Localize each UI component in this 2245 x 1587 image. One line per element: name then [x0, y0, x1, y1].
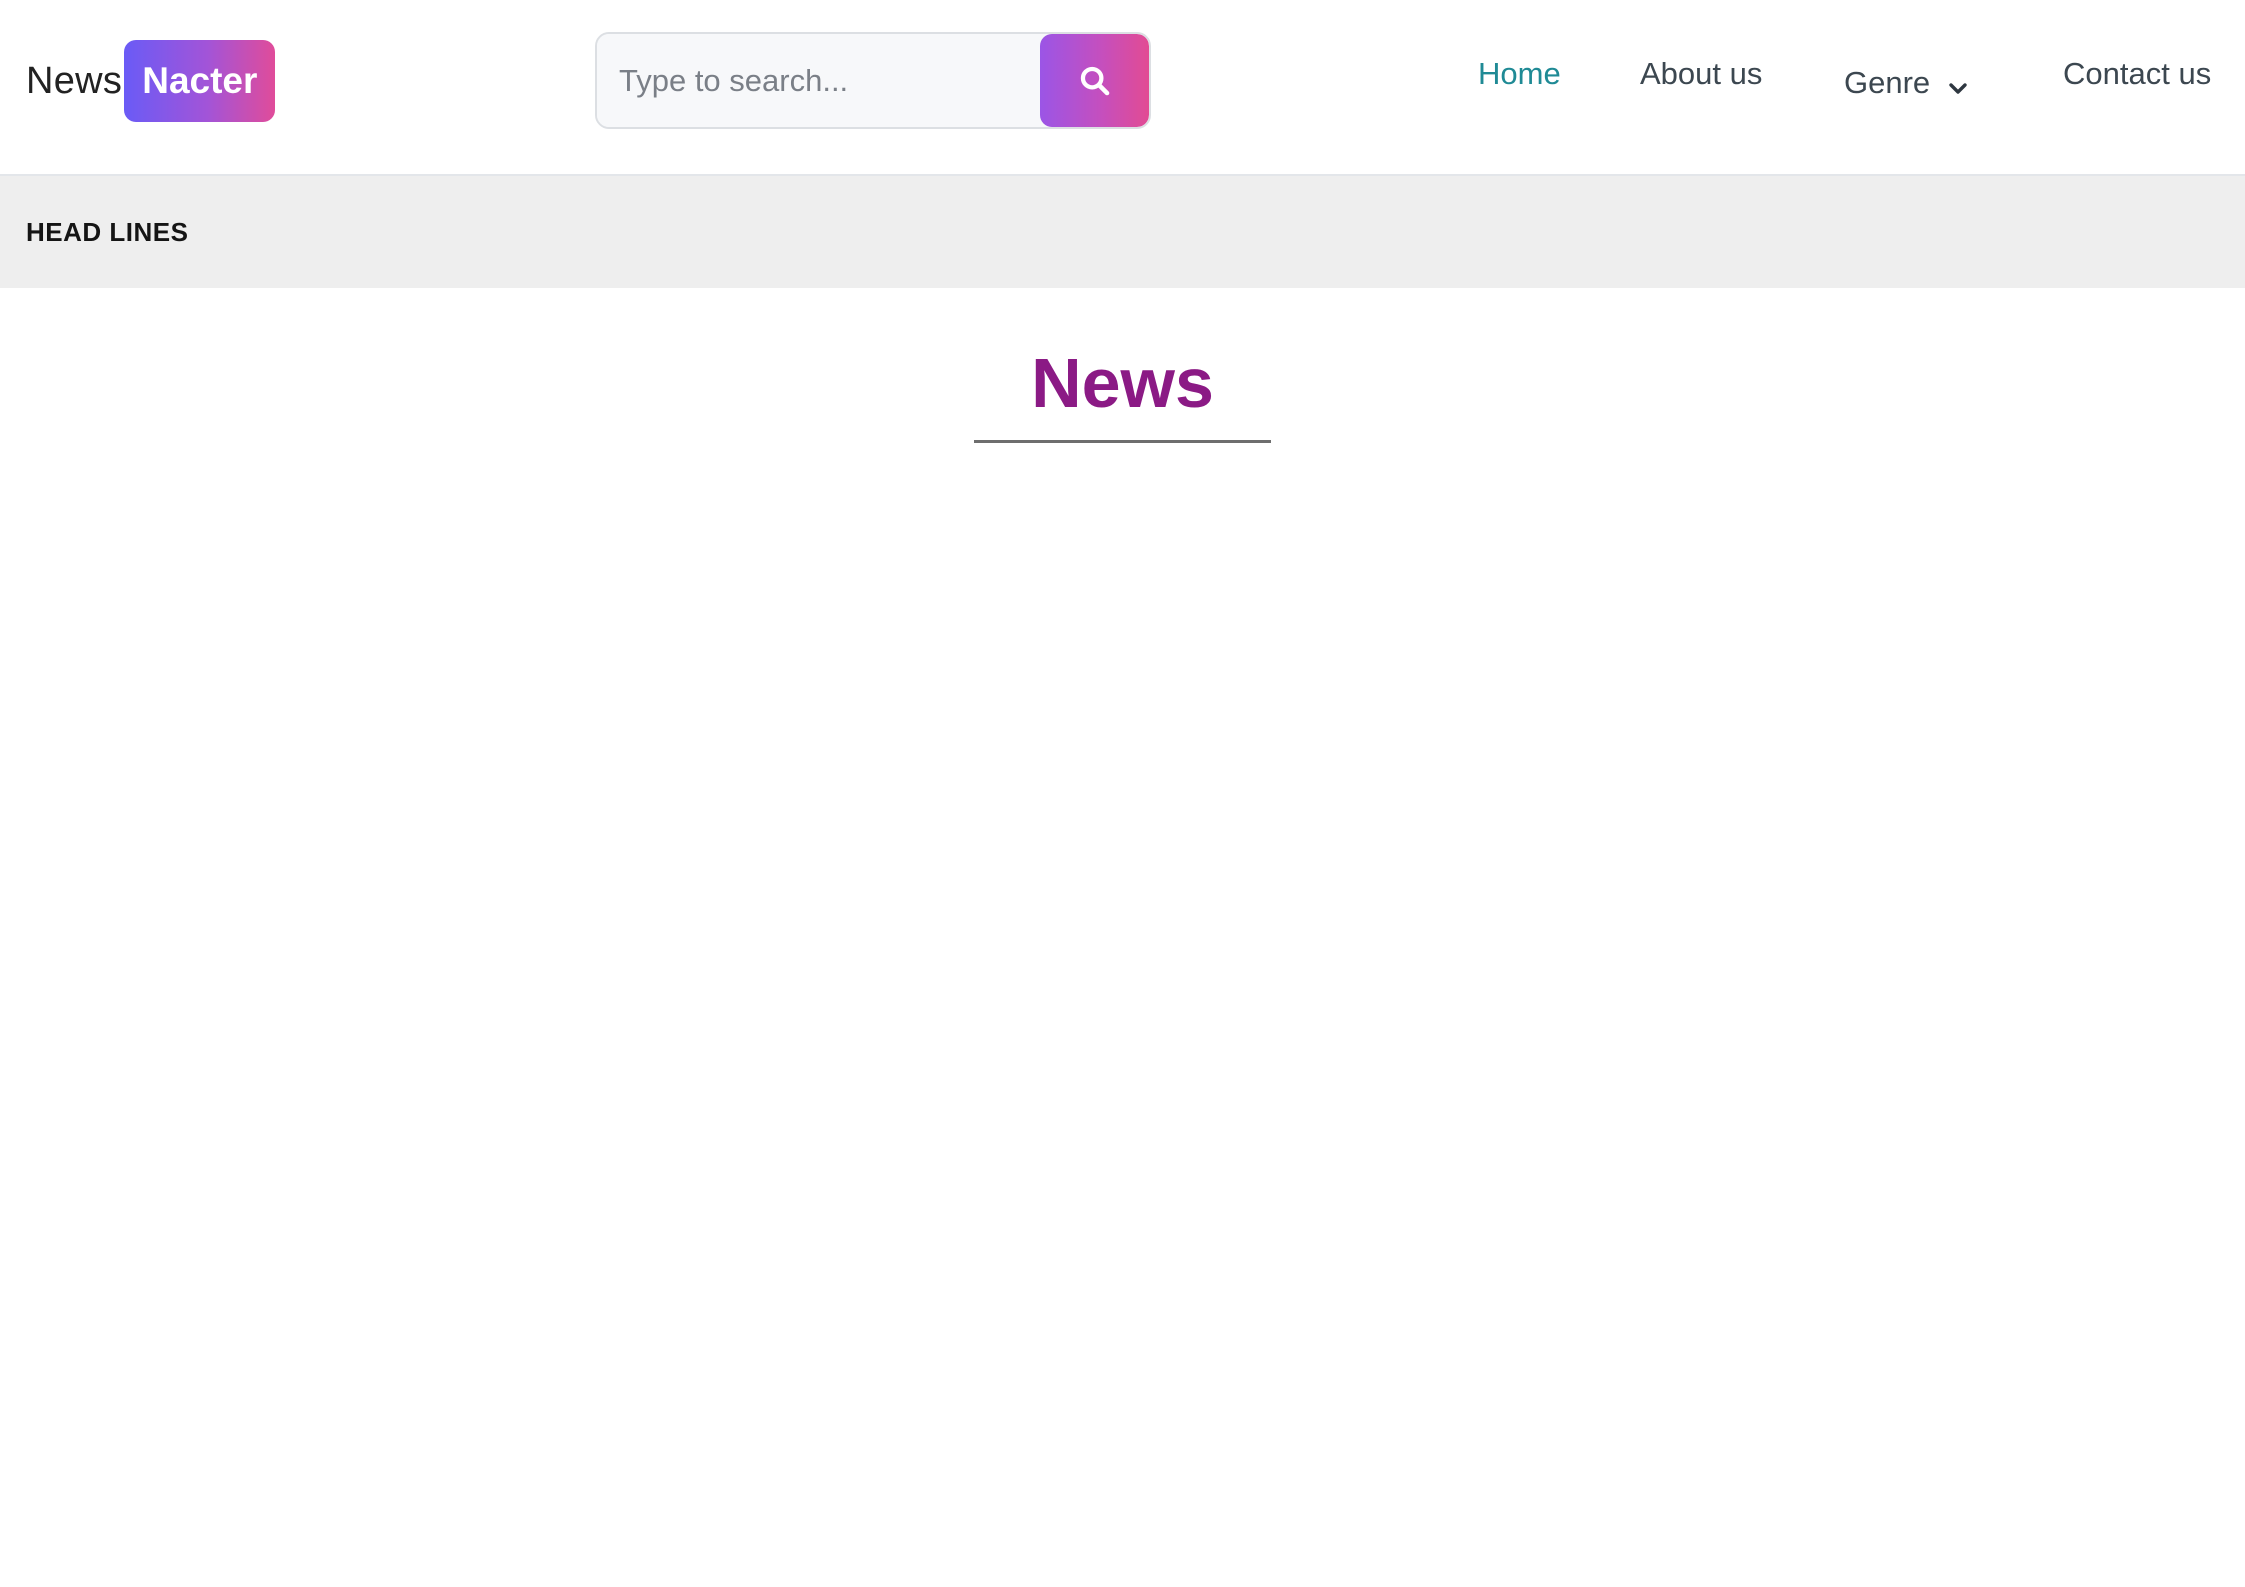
section-title-underline	[974, 440, 1271, 443]
logo-word: News	[26, 59, 123, 102]
nav-about-us[interactable]: About us	[1640, 56, 1762, 92]
section-title: News	[1031, 344, 1214, 422]
nav-contact-us-label: Contact us	[2063, 56, 2212, 91]
main-content: News	[0, 288, 2245, 1585]
headlines-label: HEAD LINES	[26, 216, 189, 247]
nav-genre-label: Genre	[1844, 65, 1931, 100]
chevron-down-icon	[1948, 68, 1968, 104]
nav-contact-us[interactable]: Contact us	[2063, 56, 2211, 92]
site-logo[interactable]: News Nacter	[26, 40, 276, 122]
logo-badge: Nacter	[124, 40, 276, 122]
search-form	[595, 32, 1151, 129]
search-icon	[1078, 64, 1112, 98]
nav-home-label: Home	[1478, 56, 1561, 91]
section-heading: News	[974, 348, 1271, 443]
nav-genre-dropdown[interactable]: Genre	[1844, 62, 1968, 104]
search-button[interactable]	[1040, 34, 1149, 127]
nav-home[interactable]: Home	[1478, 56, 1561, 92]
site-header: News Nacter Home About us Genre	[0, 0, 2245, 176]
headlines-bar: HEAD LINES	[0, 176, 2245, 288]
search-input[interactable]	[597, 34, 1040, 127]
nav-about-us-label: About us	[1640, 56, 1763, 91]
